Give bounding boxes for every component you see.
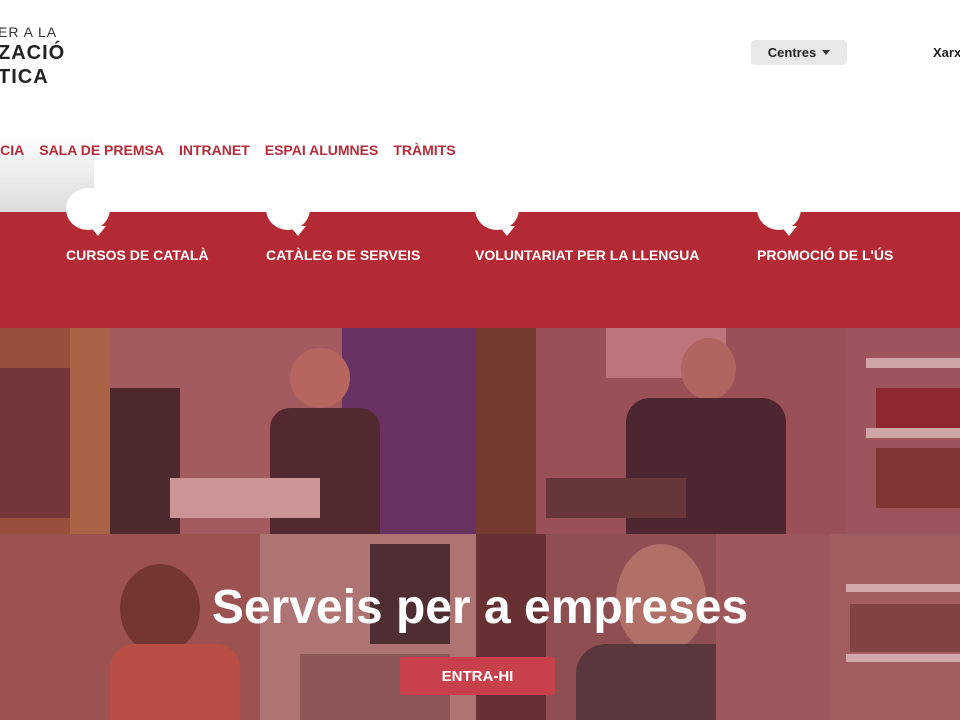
logo-line-3: TICA <box>0 66 49 88</box>
nav-item-intranet[interactable]: INTRANET <box>179 142 250 158</box>
centres-label: Centres <box>767 45 817 60</box>
service-label: CATÀLEG DE SERVEIS <box>266 247 421 263</box>
logo-line-2: ZACIÓ <box>0 42 66 64</box>
hero-title: Serveis per a empreses <box>211 581 749 634</box>
nav-item-tramits[interactable]: TRÀMITS <box>393 142 455 158</box>
speech-bubble-icon <box>475 188 519 236</box>
speech-bubble-icon <box>66 188 110 236</box>
nav-item-sala-de-premsa[interactable]: SALA DE PREMSA <box>39 142 164 158</box>
xarxa-link[interactable]: Xarx <box>933 45 960 60</box>
hero-enter-button[interactable]: ENTRA-HI <box>400 657 555 695</box>
service-label: PROMOCIÓ DE L'ÚS <box>757 247 894 263</box>
nav-item-ncia[interactable]: NCIA <box>0 142 24 158</box>
centres-dropdown-button[interactable]: Centres <box>751 40 847 65</box>
main-nav: NCIA SALA DE PREMSA INTRANET ESPAI ALUMN… <box>0 142 456 158</box>
speech-bubble-icon <box>266 188 310 236</box>
speech-bubble-icon <box>757 188 801 236</box>
hero-banner: Serveis per a empreses ENTRA-HI <box>0 328 960 720</box>
service-label: VOLUNTARIAT PER LA LLENGUA <box>475 247 700 263</box>
chevron-down-icon <box>822 50 831 55</box>
services-band <box>0 212 960 328</box>
nav-item-espai-alumnes[interactable]: ESPAI ALUMNES <box>265 142 379 158</box>
logo-line-1: ER A LA <box>0 24 58 40</box>
service-label: CURSOS DE CATALÀ <box>66 247 209 263</box>
site-header: ER A LA ZACIÓ TICA Centres Xarx NCIA SAL… <box>0 0 960 212</box>
